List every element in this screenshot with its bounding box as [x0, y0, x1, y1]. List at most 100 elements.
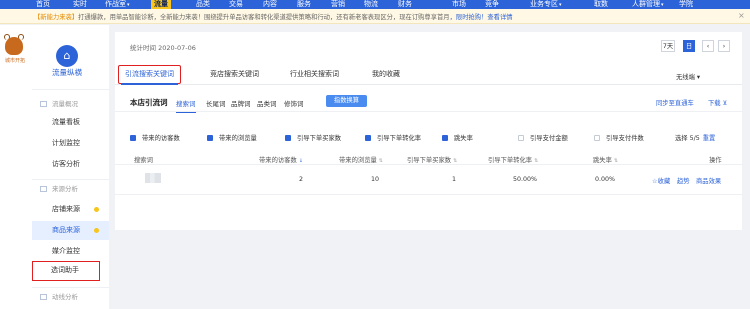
metric-pay-amount-checkbox[interactable]: 引导支付金额 [518, 133, 568, 142]
nav-category[interactable]: 品类 [196, 0, 210, 9]
group-label: 动线分析 [52, 293, 78, 301]
sidebar-item-shop-source[interactable]: 店铺来源 [32, 200, 109, 219]
tab-industry-keywords[interactable]: 行业相关搜索词 [290, 65, 339, 85]
table-header: 搜索词 带来的访客数 ↓ 带来的浏览量 ⇅ 引导下单买家数 ⇅ 引导下单转化率 ⇅ 跳失… [115, 153, 742, 165]
next-date-button[interactable]: › [718, 40, 730, 52]
sidebar-item-media-monitor[interactable]: 媒介监控 [32, 242, 109, 261]
close-icon[interactable]: × [738, 11, 745, 20]
favorite-link[interactable]: ☆收藏 [652, 176, 670, 185]
checkbox-icon [130, 135, 136, 141]
top-nav: 首页 实时 作战室▾ 流量 品类 交易 内容 服务 营销 物流 财务 市场 竞争… [0, 0, 750, 9]
subtab-category[interactable]: 品类词 [257, 98, 277, 108]
metric-bounce-checkbox[interactable]: 跳失率 [442, 133, 473, 142]
sort-icon: ⇅ [453, 158, 458, 164]
product-effect-link[interactable]: 商品效果 [696, 176, 721, 185]
nav-market[interactable]: 市场 [452, 0, 466, 9]
chevron-down-icon: ▾ [661, 2, 664, 8]
new-dot-icon [94, 207, 99, 212]
sync-to-ztc-link[interactable]: 同步至直通车 [656, 98, 694, 107]
col-conversion[interactable]: 引导下单转化率 ⇅ [488, 155, 538, 164]
nav-home[interactable]: 首页 [36, 0, 50, 9]
sidebar-item-product-source[interactable]: 商品来源 [32, 221, 109, 240]
cell-bounce: 0.00% [595, 176, 616, 183]
subtab-long-tail[interactable]: 长尾词 [206, 98, 226, 108]
col-visitors[interactable]: 带来的访客数 ↓ [259, 155, 303, 164]
group-label: 来源分析 [52, 185, 78, 193]
nav-traffic[interactable]: 流量 [151, 0, 171, 9]
nav-war-room[interactable]: 作战室▾ [105, 0, 130, 9]
nav-business-zone[interactable]: 业务专区▾ [530, 0, 562, 9]
group-label: 流量概况 [52, 100, 78, 108]
metric-conversion-checkbox[interactable]: 引导下单转化率 [365, 133, 421, 142]
metric-views-checkbox[interactable]: 带来的浏览量 [207, 133, 257, 142]
nav-crowd-manage[interactable]: 人群管理▾ [632, 0, 664, 9]
nav-realtime[interactable]: 实时 [73, 0, 87, 9]
subtab-modifier[interactable]: 修饰词 [284, 98, 304, 108]
sidebar-item-traffic-board[interactable]: 流量看板 [32, 113, 109, 132]
col-label: 引导下单转化率 [488, 157, 533, 164]
chevron-down-icon: ▾ [559, 2, 562, 8]
range-7day-button[interactable]: 7天 [661, 40, 675, 52]
col-label: 跳失率 [593, 157, 612, 164]
notice-tag: 【新能力来袭】 [34, 14, 79, 21]
subtab-brand[interactable]: 品牌词 [231, 98, 251, 108]
logo: 城市开拓 [2, 34, 26, 65]
col-buyers[interactable]: 引导下单买家数 ⇅ [407, 155, 457, 164]
terminal-select[interactable]: 无线端 ▾ [676, 72, 700, 81]
col-bounce[interactable]: 跳失率 ⇅ [593, 155, 618, 164]
nav-finance[interactable]: 财务 [398, 0, 412, 9]
nav-business-zone-label: 业务专区 [530, 0, 558, 8]
metric-visitors-checkbox[interactable]: 带来的访客数 [130, 133, 180, 142]
notice-body: 打通爆款，用单品智能诊断，全新能力来袭！围绕提升单品访客和转化渠道提供策略和行动… [78, 14, 450, 21]
col-label: 带来的访客数 [259, 157, 297, 164]
table-row: 2 10 1 50.00% 0.00% ☆收藏 趋势 商品效果 [115, 165, 742, 195]
metric-label: 带来的访客数 [142, 135, 180, 142]
nav-service[interactable]: 服务 [297, 0, 311, 9]
notice-link[interactable]: ，限时抢购！ [450, 14, 488, 21]
range-day-button[interactable]: 日 [683, 40, 695, 52]
prev-date-button[interactable]: ‹ [702, 40, 714, 52]
reset-link[interactable]: 重置 [703, 135, 716, 142]
checkbox-icon [518, 135, 524, 141]
group-traffic-overview: 流量概况 [40, 98, 78, 108]
metric-label: 跳失率 [454, 135, 473, 142]
stat-date: 统计时间 2020-07-06 [130, 44, 196, 52]
tab-competitor-keywords[interactable]: 竞店搜索关键词 [210, 65, 259, 85]
metric-label: 带来的浏览量 [219, 135, 257, 142]
sidebar-item-visitor-analysis[interactable]: 访客分析 [32, 155, 109, 174]
index-convert-button[interactable]: 指数换算 [326, 95, 367, 107]
nav-marketing[interactable]: 营销 [331, 0, 345, 9]
subtab-search-words[interactable]: 搜索词 [176, 98, 196, 113]
nav-content[interactable]: 内容 [263, 0, 277, 9]
metric-label: 引导支付件数 [606, 135, 644, 142]
cell-views: 10 [371, 176, 380, 183]
col-label: 引导下单买家数 [407, 157, 452, 164]
nav-competition[interactable]: 竞争 [485, 0, 499, 9]
metric-buyers-checkbox[interactable]: 引导下单买家数 [285, 133, 341, 142]
sort-icon: ⇅ [534, 158, 539, 164]
trend-link[interactable]: 趋势 [677, 176, 690, 185]
tab-my-favorites[interactable]: 我的收藏 [372, 65, 400, 85]
sidebar-item-plan-monitor[interactable]: 计划监控 [32, 134, 109, 153]
col-views[interactable]: 带来的浏览量 ⇅ [339, 155, 383, 164]
logo-text: 城市开拓 [4, 58, 25, 64]
metric-pay-items-checkbox[interactable]: 引导支付件数 [594, 133, 644, 142]
chevron-down-icon: ▾ [127, 2, 130, 8]
flow-icon [40, 294, 47, 300]
checkbox-icon [285, 135, 291, 141]
nav-data-fetch[interactable]: 取数 [594, 0, 608, 9]
section-title: 本店引流词 [130, 98, 168, 107]
nav-trade[interactable]: 交易 [229, 0, 243, 9]
nav-academy[interactable]: 学院 [679, 0, 693, 9]
notice-detail-link[interactable]: 查看详情 [487, 14, 512, 21]
download-button[interactable]: 下载 ⊻ [708, 98, 727, 107]
nav-crowd-manage-label: 人群管理 [632, 0, 660, 8]
sidebar-item-label: 商品来源 [52, 226, 80, 234]
tab-traffic-keywords[interactable]: 引流搜索关键词 [118, 65, 181, 85]
group-flow-analysis: 动线分析 [40, 291, 78, 301]
col-actions: 操作 [709, 157, 722, 164]
nav-logistics[interactable]: 物流 [364, 0, 378, 9]
checkbox-icon [594, 135, 600, 141]
sidebar-item-keyword-helper[interactable]: 选词助手 [32, 261, 100, 281]
deer-mascot-icon [5, 37, 23, 55]
